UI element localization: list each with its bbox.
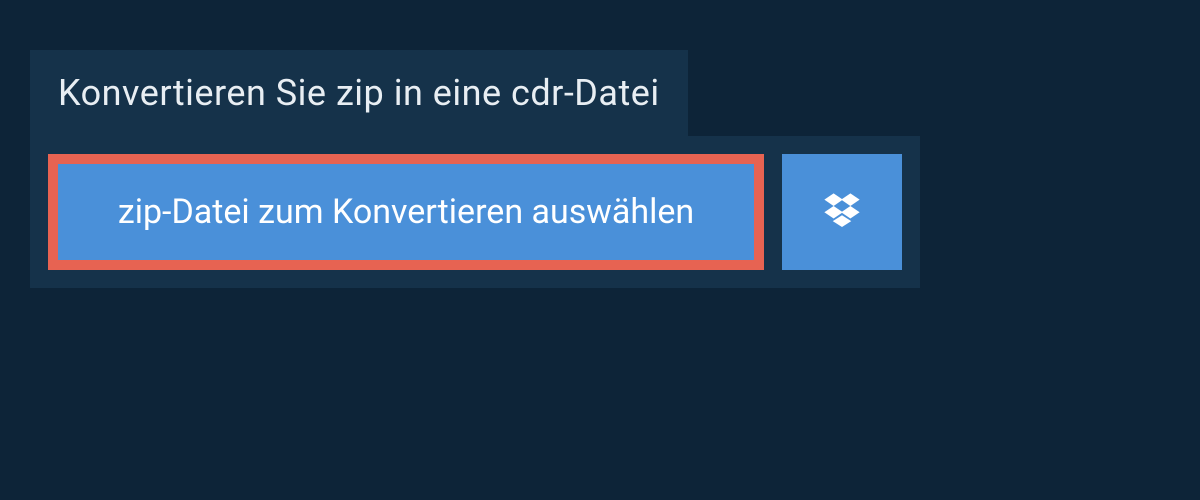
select-file-button[interactable]: zip-Datei zum Konvertieren auswählen bbox=[48, 154, 764, 270]
converter-panel: Konvertieren Sie zip in eine cdr-Datei z… bbox=[0, 0, 1200, 338]
dropbox-button[interactable] bbox=[782, 154, 902, 270]
title-wrapper: Konvertieren Sie zip in eine cdr-Datei bbox=[30, 50, 688, 136]
page-title: Konvertieren Sie zip in eine cdr-Datei bbox=[58, 72, 660, 114]
dropbox-icon bbox=[821, 190, 863, 235]
action-row: zip-Datei zum Konvertieren auswählen bbox=[30, 136, 920, 288]
